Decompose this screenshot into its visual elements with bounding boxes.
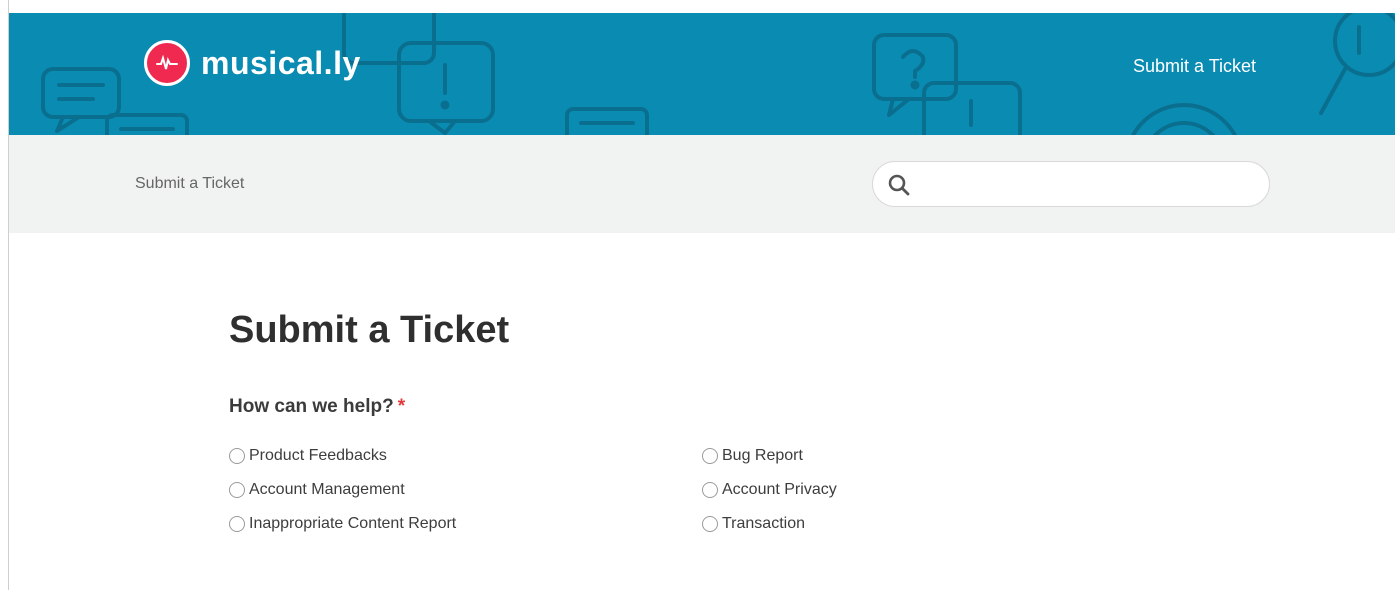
breadcrumb[interactable]: Submit a Ticket [135,175,244,193]
help-question-text: How can we help? [229,396,394,417]
nav-submit-ticket-link[interactable]: Submit a Ticket [1133,56,1256,77]
radio-label: Transaction [722,515,805,532]
radio-label: Account Management [249,481,405,498]
radio-label: Product Feedbacks [249,447,387,464]
brand-name: musical.ly [201,44,361,81]
radio-button[interactable] [702,448,718,464]
radio-label: Account Privacy [722,481,837,498]
site-header: musical.ly Submit a Ticket [9,13,1395,135]
radio-option-bug-report[interactable]: Bug Report [702,445,803,467]
radio-button[interactable] [229,516,245,532]
search-input[interactable] [921,168,1255,202]
brand-logo[interactable]: musical.ly [144,38,361,88]
radio-label: Inappropriate Content Report [249,515,457,532]
radio-option-transaction[interactable]: Transaction [702,513,805,535]
radio-option-inappropriate-content-report[interactable]: Inappropriate Content Report [229,513,456,535]
radio-option-account-management[interactable]: Account Management [229,479,405,501]
required-marker: * [397,396,406,417]
radio-button[interactable] [702,482,718,498]
radio-option-product-feedbacks[interactable]: Product Feedbacks [229,445,387,467]
help-question-label: How can we help? * [229,396,405,418]
radio-button[interactable] [229,448,245,464]
radio-label: Bug Report [722,447,803,464]
radio-button[interactable] [702,516,718,532]
breadcrumb-bar: Submit a Ticket [9,135,1395,233]
page-title: Submit a Ticket [229,309,510,351]
search-icon [888,174,910,196]
help-topic-radio-group: Product Feedbacks Account Management Ina… [229,445,929,555]
radio-button[interactable] [229,482,245,498]
radio-option-account-privacy[interactable]: Account Privacy [702,479,837,501]
soundwave-icon [144,40,190,86]
search-box[interactable] [872,161,1270,207]
